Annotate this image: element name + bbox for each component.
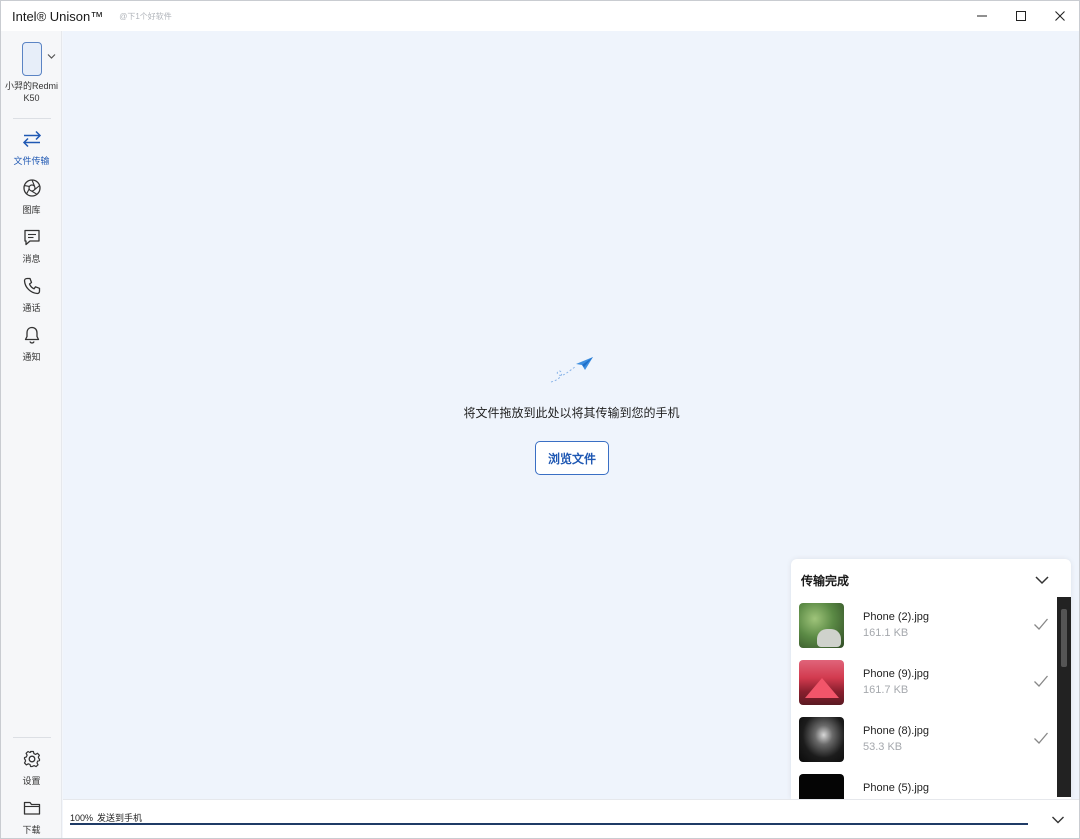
- scrollbar-thumb[interactable]: [1061, 609, 1067, 667]
- file-thumbnail: [799, 603, 844, 648]
- transfer-progress-fill: [70, 823, 1028, 825]
- check-icon: [1034, 618, 1048, 630]
- app-window: Intel® Unison™ @下1个好软件 小羿的Redmi K50 文件传输…: [0, 0, 1080, 839]
- transfer-panel: 传输完成 Phone (2).jpg 161.1 KB Phone (9).jp…: [791, 559, 1071, 799]
- sidebar-item-label: 消息: [22, 254, 41, 264]
- file-thumbnail: [799, 774, 844, 799]
- sidebar-item-notifications[interactable]: 通知: [1, 321, 62, 367]
- sidebar-divider-bottom: [13, 737, 51, 738]
- file-row[interactable]: Phone (2).jpg 161.1 KB: [791, 601, 1055, 658]
- close-icon: [1054, 11, 1065, 21]
- sidebar-item-label: 图库: [22, 205, 41, 215]
- sidebar-divider: [13, 118, 51, 119]
- chevron-down-icon[interactable]: [1033, 571, 1051, 589]
- check-icon: [1034, 675, 1048, 687]
- file-name: Phone (8).jpg: [863, 725, 930, 737]
- file-name: Phone (2).jpg: [863, 611, 930, 623]
- file-name: Phone (5).jpg: [863, 782, 930, 794]
- sidebar-item-calls[interactable]: 通话: [1, 272, 62, 318]
- status-bar: 100% 发送到手机: [63, 799, 1079, 838]
- check-icon: [1034, 732, 1048, 744]
- sidebar-item-settings[interactable]: 设置: [1, 745, 62, 791]
- swap-arrows-icon: [22, 130, 41, 148]
- transfer-panel-title: 传输完成: [801, 574, 850, 588]
- paper-plane-icon: [550, 357, 593, 383]
- file-size: 161.1 KB: [863, 627, 909, 639]
- gear-icon: [23, 750, 40, 768]
- file-thumbnail: [799, 660, 844, 705]
- maximize-button[interactable]: [1001, 1, 1040, 31]
- window-controls: [962, 1, 1079, 31]
- chevron-down-icon[interactable]: [1051, 815, 1065, 825]
- minimize-icon: [976, 15, 987, 17]
- file-name: Phone (9).jpg: [863, 668, 930, 680]
- drop-hint-text: 将文件拖放到此处以将其传输到您的手机: [463, 406, 680, 420]
- minimize-button[interactable]: [962, 1, 1001, 31]
- sidebar-item-gallery[interactable]: 图库: [1, 174, 62, 220]
- title-bar[interactable]: Intel® Unison™ @下1个好软件: [1, 1, 1079, 31]
- device-selector[interactable]: 小羿的Redmi K50: [1, 31, 62, 117]
- folder-icon: [23, 801, 40, 815]
- device-name: 小羿的Redmi K50: [1, 80, 62, 104]
- sidebar-item-label: 通话: [22, 303, 41, 313]
- sidebar-item-file-transfer[interactable]: 文件传输: [1, 125, 62, 171]
- app-title: Intel® Unison™: [12, 8, 104, 24]
- transfer-status-text: 发送到手机: [97, 813, 143, 823]
- sidebar-item-label: 设置: [22, 776, 41, 786]
- sidebar-item-label: 下载: [22, 825, 41, 835]
- file-row[interactable]: Phone (9).jpg 161.7 KB: [791, 658, 1055, 715]
- transfer-progress-bar: [70, 823, 1028, 825]
- transfer-percent: 100%: [70, 813, 94, 823]
- close-button[interactable]: [1040, 1, 1079, 31]
- chat-icon: [23, 229, 40, 246]
- sidebar-item-downloads[interactable]: 下载: [1, 794, 62, 838]
- file-row[interactable]: Phone (8).jpg 53.3 KB: [791, 715, 1055, 772]
- sidebar: 小羿的Redmi K50 文件传输 图库 消息 通话 通知 设置 下载: [1, 31, 62, 838]
- sidebar-item-label: 通知: [22, 352, 41, 362]
- device-name-line2: K50: [23, 93, 40, 103]
- watermark: @下1个好软件: [119, 11, 172, 21]
- device-phone-icon: [22, 42, 42, 76]
- file-size: 53.3 KB: [863, 741, 903, 753]
- file-size: 161.7 KB: [863, 684, 909, 696]
- transfer-file-list[interactable]: Phone (2).jpg 161.1 KB Phone (9).jpg 161…: [791, 601, 1055, 799]
- file-thumbnail: [799, 717, 844, 762]
- aperture-icon: [22, 179, 41, 197]
- bell-icon: [24, 326, 39, 344]
- phone-icon: [23, 277, 40, 295]
- transfer-list-scrollbar[interactable]: [1057, 597, 1071, 797]
- browse-files-button[interactable]: 浏览文件: [535, 441, 609, 475]
- file-row[interactable]: Phone (5).jpg: [791, 772, 1055, 799]
- sidebar-item-label: 文件传输: [13, 156, 50, 166]
- sidebar-item-messages[interactable]: 消息: [1, 223, 62, 269]
- device-name-line1: 小羿的Redmi: [4, 81, 58, 91]
- chevron-down-icon[interactable]: [47, 53, 56, 60]
- maximize-icon: [1015, 11, 1026, 21]
